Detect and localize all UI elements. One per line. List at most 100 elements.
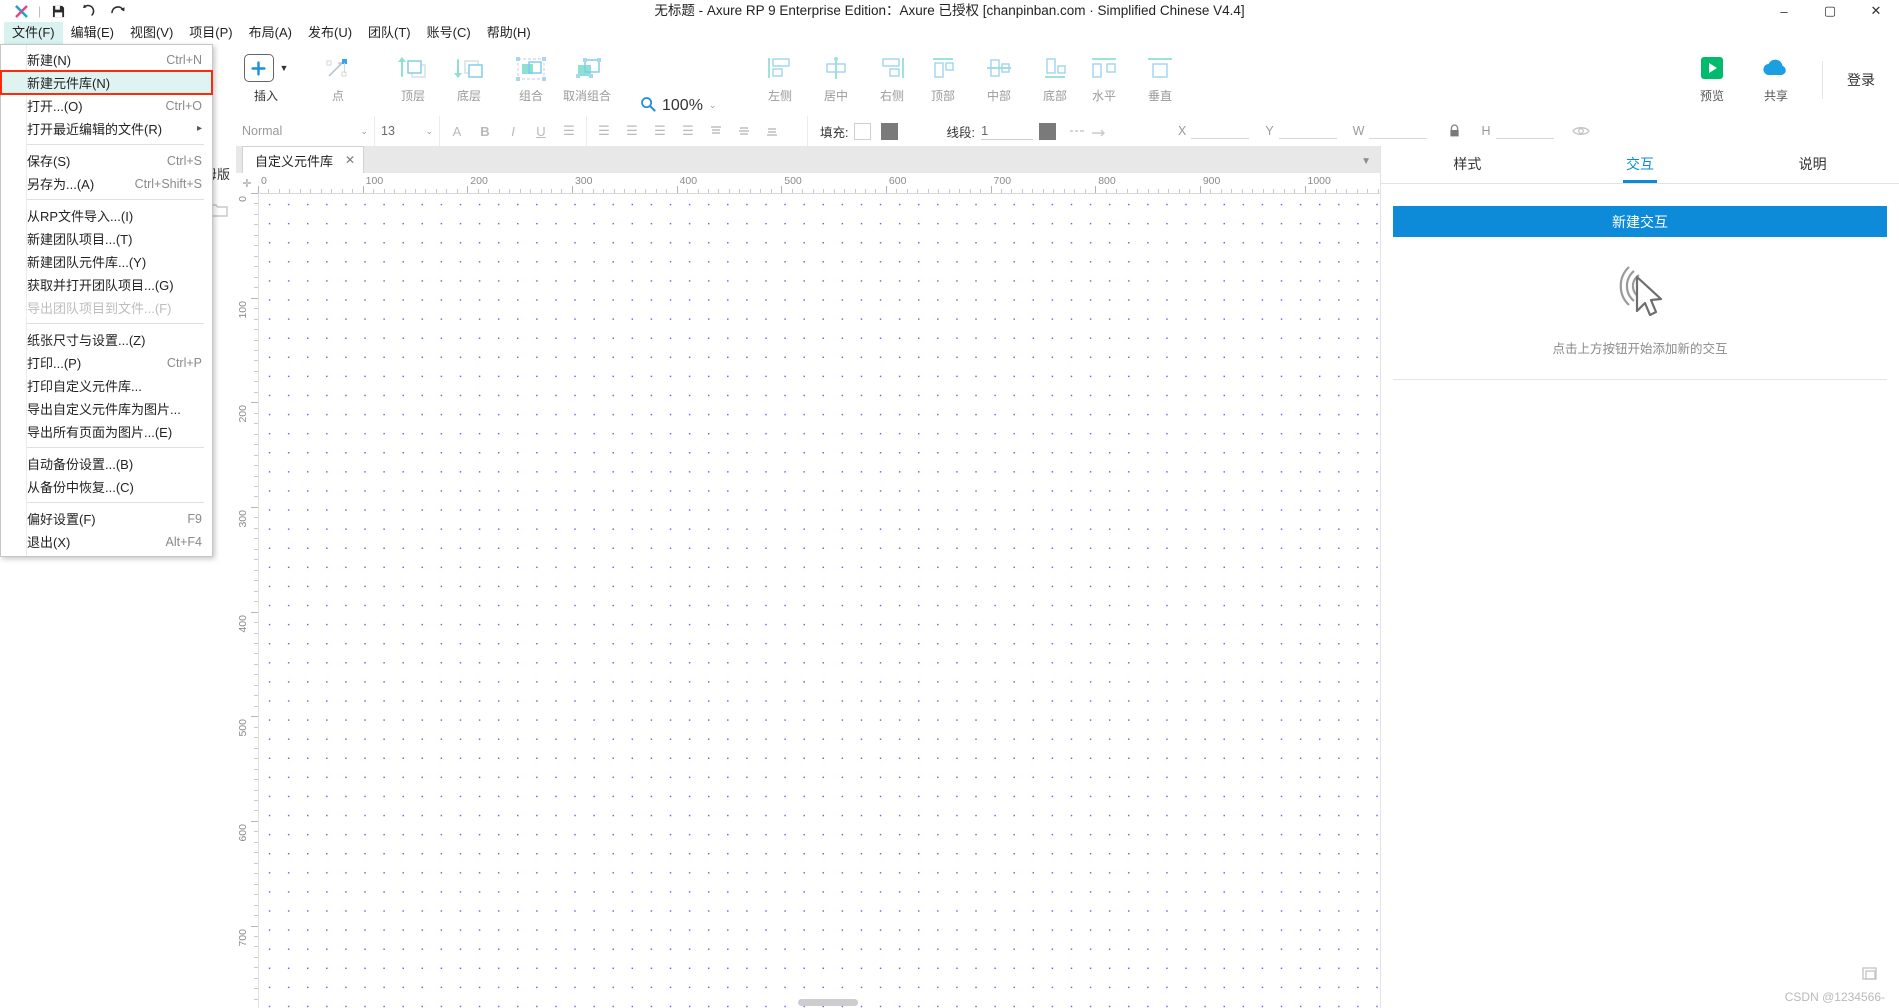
minimize-button[interactable]: – — [1761, 0, 1807, 22]
bold-button[interactable]: B — [474, 120, 496, 142]
file-menu-item-2-3[interactable]: 获取并打开团队项目...(G) — [1, 273, 212, 296]
menubar-item-3[interactable]: 项目(P) — [181, 22, 240, 44]
tool-align-right[interactable]: 右侧 — [864, 43, 920, 117]
font-size-value: 13 — [381, 124, 395, 138]
file-menu-item-4-0[interactable]: 自动备份设置...(B) — [1, 452, 212, 475]
file-menu-item-4-1[interactable]: 从备份中恢复...(C) — [1, 475, 212, 498]
tool-distribute-horizontal[interactable]: 水平 — [1076, 43, 1132, 117]
file-menu-item-5-1[interactable]: 退出(X) Alt+F4 — [1, 530, 212, 553]
h-field[interactable]: H — [1481, 123, 1554, 139]
menubar-item-5[interactable]: 发布(U) — [300, 22, 360, 44]
align-center-button[interactable]: ☰ — [621, 120, 643, 142]
ruler-label: 400 — [679, 175, 698, 187]
close-icon[interactable]: ✕ — [345, 153, 355, 167]
font-color-button[interactable]: A — [446, 120, 468, 142]
vertical-ruler[interactable]: 0100200300400500600700800 — [236, 193, 259, 1008]
chevron-down-icon[interactable]: ⌄ — [360, 126, 368, 137]
font-style-select[interactable]: Normal ⌄ — [236, 116, 374, 146]
align-justify-button[interactable]: ☰ — [677, 120, 699, 142]
x-field[interactable]: X — [1178, 123, 1250, 139]
fill-color-swatch[interactable] — [854, 122, 872, 140]
file-menu-item-3-2[interactable]: 打印自定义元件库... — [1, 374, 212, 397]
valign-bottom-button[interactable] — [761, 120, 783, 142]
file-menu-item-5-0[interactable]: 偏好设置(F) F9 — [1, 507, 212, 530]
w-field[interactable]: W — [1353, 123, 1428, 139]
redo-icon[interactable] — [103, 0, 133, 22]
line-style-button[interactable] — [1066, 120, 1088, 142]
horizontal-scroll-thumb[interactable] — [798, 999, 858, 1006]
chevron-down-icon[interactable]: ⌄ — [425, 126, 433, 137]
share-button[interactable]: 共享 — [1744, 43, 1808, 117]
quick-access-toolbar: | — [0, 0, 133, 22]
file-menu-item-0-2[interactable]: 打开...(O) Ctrl+O — [1, 94, 212, 117]
menubar-item-1[interactable]: 编辑(E) — [63, 22, 122, 44]
tool-align-middle[interactable]: 中部 — [971, 43, 1027, 117]
tool-group[interactable]: 组合 — [503, 43, 559, 117]
file-menu-item-0-0[interactable]: 新建(N) Ctrl+N — [1, 48, 212, 71]
save-icon[interactable] — [43, 0, 73, 22]
file-menu-item-2-1[interactable]: 新建团队项目...(T) — [1, 227, 212, 250]
list-button[interactable]: ☰ — [558, 120, 580, 142]
undo-icon[interactable] — [73, 0, 103, 22]
zoom-control[interactable]: 100% ⌄ — [640, 42, 717, 118]
ruler-tick — [1095, 186, 1097, 193]
tool-send-to-back[interactable]: 底层 — [441, 43, 497, 117]
font-size-select[interactable]: 13 ⌄ — [375, 116, 439, 146]
align-right-button[interactable]: ☰ — [649, 120, 671, 142]
file-menu-item-2-0[interactable]: 从RP文件导入...(I) — [1, 204, 212, 227]
login-button[interactable]: 登录 — [1837, 70, 1885, 90]
align-left-button[interactable]: ☰ — [593, 120, 615, 142]
close-button[interactable]: ✕ — [1853, 0, 1899, 22]
ruler-label: 500 — [784, 175, 802, 187]
insert-button[interactable]: ▼ 插入 — [238, 43, 294, 117]
file-menu-item-0-3[interactable]: 打开最近编辑的文件(R) ▸ — [1, 117, 212, 140]
inspector-tab-1[interactable]: 交互 — [1554, 146, 1727, 183]
menubar-item-8[interactable]: 帮助(H) — [479, 22, 539, 44]
file-menu-item-3-0[interactable]: 纸张尺寸与设置...(Z) — [1, 328, 212, 351]
inspector-tab-2[interactable]: 说明 — [1726, 146, 1899, 183]
underline-button[interactable]: U — [530, 120, 552, 142]
file-menu-item-3-3[interactable]: 导出自定义元件库为图片... — [1, 397, 212, 420]
tool-bring-to-front[interactable]: 顶层 — [385, 43, 441, 117]
eye-icon[interactable] — [1570, 120, 1592, 142]
line-color-swatch[interactable] — [1038, 122, 1056, 140]
inspector-tab-0[interactable]: 样式 — [1381, 146, 1554, 183]
menubar-item-6[interactable]: 团队(T) — [360, 22, 419, 44]
file-menu-item-0-1[interactable]: 新建元件库(N) — [0, 70, 213, 95]
menubar-item-4[interactable]: 布局(A) — [241, 22, 300, 44]
line-arrow-button[interactable] — [1088, 120, 1110, 142]
menu-item-label: 退出(X) — [27, 535, 71, 550]
maximize-button[interactable]: ▢ — [1807, 0, 1853, 22]
ruler-origin-icon[interactable]: ✛ — [236, 173, 259, 194]
italic-button[interactable]: I — [502, 120, 524, 142]
chevron-down-icon[interactable]: ⌄ — [709, 100, 717, 111]
valign-middle-button[interactable] — [733, 120, 755, 142]
file-menu-item-2-2[interactable]: 新建团队元件库...(Y) — [1, 250, 212, 273]
y-field[interactable]: Y — [1265, 123, 1337, 139]
chevron-down-icon[interactable]: ▼ — [1361, 156, 1371, 167]
tab-custom-widget-library[interactable]: 自定义元件库 ✕ — [242, 146, 365, 173]
tool-align-bottom[interactable]: 底部 — [1027, 43, 1083, 117]
file-menu-item-1-1[interactable]: 另存为...(A) Ctrl+Shift+S — [1, 172, 212, 195]
line-width-value[interactable]: 1 — [980, 123, 1033, 140]
file-menu-item-3-4[interactable]: 导出所有页面为图片...(E) — [1, 420, 212, 443]
tool-align-top[interactable]: 顶部 — [915, 43, 971, 117]
menubar-item-2[interactable]: 视图(V) — [122, 22, 181, 44]
tool-ungroup[interactable]: 取消组合 — [559, 43, 615, 117]
valign-top-button[interactable] — [705, 120, 727, 142]
panel-collapse-icon[interactable] — [1862, 966, 1879, 984]
lock-icon[interactable] — [1443, 120, 1465, 142]
tool-distribute-vertical[interactable]: 垂直 — [1132, 43, 1188, 117]
menubar-item-7[interactable]: 账号(C) — [419, 22, 479, 44]
w-label: W — [1352, 124, 1365, 138]
new-interaction-button[interactable]: 新建交互 — [1393, 206, 1887, 237]
file-menu-item-1-0[interactable]: 保存(S) Ctrl+S — [1, 149, 212, 172]
tool-align-left[interactable]: 左侧 — [752, 43, 808, 117]
preview-button[interactable]: 预览 — [1680, 43, 1744, 117]
menubar-item-0[interactable]: 文件(F) — [4, 22, 63, 44]
tool-point[interactable]: 点 — [310, 43, 366, 117]
file-menu-item-3-1[interactable]: 打印...(P) Ctrl+P — [1, 351, 212, 374]
ruler-label: 200 — [237, 405, 249, 423]
tool-align-center[interactable]: 居中 — [808, 43, 864, 117]
fill-gradient-swatch[interactable] — [881, 122, 899, 140]
